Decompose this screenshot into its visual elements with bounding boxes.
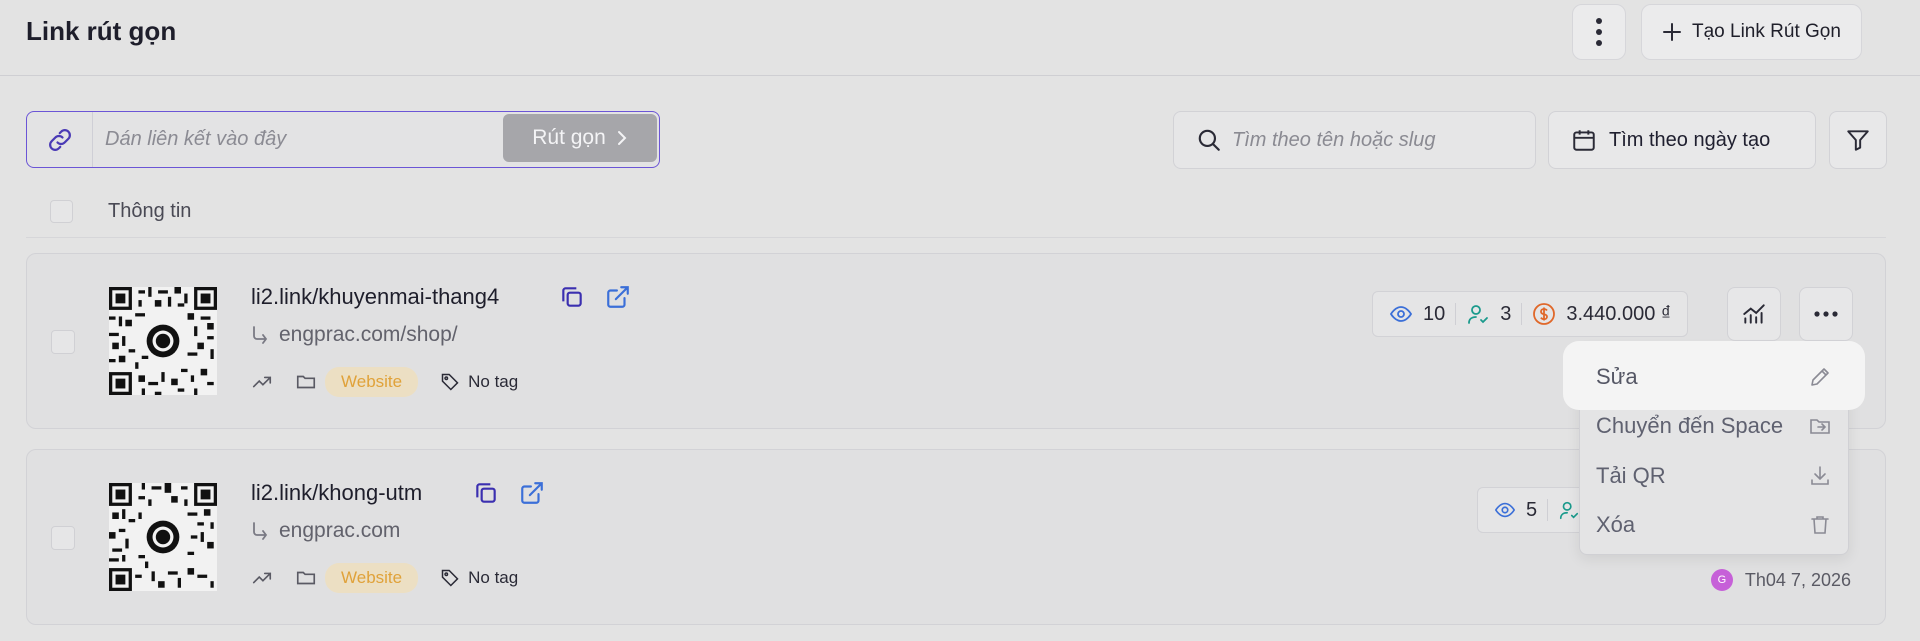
- menu-item-label: Tải QR: [1596, 463, 1666, 488]
- tag-icon: [441, 569, 459, 587]
- filter-icon: [1847, 130, 1869, 151]
- date-filter-button[interactable]: Tìm theo ngày tạo: [1548, 111, 1816, 169]
- row-checkbox[interactable]: [51, 526, 75, 550]
- menu-item-delete[interactable]: Xóa: [1596, 505, 1832, 545]
- menu-item-label: Sửa: [1596, 364, 1638, 389]
- select-all-checkbox[interactable]: [50, 200, 73, 223]
- download-icon: [1811, 466, 1829, 485]
- date-filter-label: Tìm theo ngày tạo: [1609, 128, 1771, 151]
- meta-row: Website No tag: [251, 562, 518, 594]
- avatar: G: [1710, 569, 1733, 591]
- analytics-icon: [1743, 304, 1765, 324]
- revenue-amount: 3.440.000 ₫: [1566, 302, 1672, 325]
- users-count: 3: [1500, 302, 1512, 325]
- search-placeholder: Tìm theo tên hoặc slug: [1232, 128, 1436, 151]
- link-icon: [27, 112, 93, 167]
- row-checkbox[interactable]: [51, 330, 75, 354]
- eye-icon: [1494, 502, 1516, 518]
- pencil-icon: [1811, 368, 1829, 386]
- row-more-button[interactable]: [1799, 287, 1853, 341]
- divider: [1547, 499, 1549, 521]
- trending-icon: [252, 376, 272, 388]
- views-count: 10: [1423, 302, 1446, 325]
- created-date: Th04 7, 2026: [1744, 569, 1851, 590]
- page-title: Link rút gọn: [26, 16, 177, 46]
- user-check-icon: [1468, 305, 1489, 324]
- kebab-vertical-icon: [1596, 18, 1602, 46]
- kebab-horizontal-icon: [1814, 311, 1838, 317]
- divider: [1521, 303, 1523, 325]
- folder-move-icon: [1810, 419, 1830, 434]
- create-link-button[interactable]: Tạo Link Rút Gọn: [1641, 4, 1862, 60]
- views-count: 5: [1525, 498, 1538, 521]
- create-link-label: Tạo Link Rút Gọn: [1692, 21, 1841, 42]
- tag-label[interactable]: No tag: [468, 372, 518, 392]
- trending-icon: [252, 572, 272, 584]
- column-info-label: Thông tin: [108, 200, 192, 222]
- short-link[interactable]: li2.link/khuyenmai-thang4: [251, 284, 499, 310]
- redirect-arrow-icon: [253, 522, 268, 540]
- stats-box[interactable]: 10 3 3.440.000 ₫: [1372, 291, 1689, 337]
- dollar-coin-icon: [1533, 303, 1556, 325]
- folder-badge[interactable]: Website: [325, 563, 419, 593]
- search-input[interactable]: Tìm theo tên hoặc slug: [1173, 111, 1536, 169]
- calendar-icon: [1573, 130, 1595, 151]
- folder-icon: [296, 375, 316, 389]
- menu-item-move-space[interactable]: Chuyển đến Space: [1596, 406, 1832, 446]
- plus-icon: [1663, 23, 1681, 41]
- user-check-icon: [1559, 501, 1579, 520]
- table-header: Thông tin: [26, 187, 1886, 238]
- divider: [1455, 303, 1457, 325]
- copy-icon[interactable]: [559, 284, 585, 310]
- folder-badge[interactable]: Website: [325, 367, 419, 397]
- menu-item-download-qr[interactable]: Tải QR: [1596, 456, 1832, 496]
- destination-row: engprac.com/shop/: [251, 323, 458, 347]
- external-link-icon[interactable]: [605, 284, 631, 310]
- top-bar: Link rút gọn Tạo Link Rút Gọn: [0, 0, 1920, 76]
- filter-button[interactable]: [1829, 111, 1887, 169]
- copy-icon[interactable]: [473, 480, 499, 506]
- menu-item-label: Chuyển đến Space: [1596, 413, 1784, 438]
- tag-icon: [441, 373, 459, 391]
- destination-row: engprac.com: [251, 519, 400, 543]
- tag-label[interactable]: No tag: [468, 568, 518, 588]
- destination-url[interactable]: engprac.com/shop/: [279, 323, 458, 347]
- qr-code[interactable]: [109, 483, 217, 591]
- folder-icon: [296, 571, 316, 585]
- chevron-right-icon: [617, 131, 627, 145]
- more-options-button[interactable]: [1572, 4, 1626, 60]
- menu-item-edit[interactable]: Sửa: [1596, 357, 1832, 397]
- short-link[interactable]: li2.link/khong-utm: [251, 480, 422, 506]
- analytics-button[interactable]: [1727, 287, 1781, 341]
- shorten-button[interactable]: Rút gọn: [503, 114, 657, 162]
- trash-icon: [1811, 516, 1829, 534]
- search-icon: [1198, 129, 1220, 151]
- created-date-row: G Th04 7, 2026: [1710, 569, 1851, 591]
- shorten-button-label: Rút gọn: [532, 126, 606, 149]
- redirect-arrow-icon: [253, 326, 268, 344]
- destination-url[interactable]: engprac.com: [279, 519, 400, 543]
- qr-code[interactable]: [109, 287, 217, 395]
- eye-icon: [1389, 306, 1413, 322]
- meta-row: Website No tag: [251, 366, 518, 398]
- menu-item-label: Xóa: [1596, 512, 1636, 537]
- external-link-icon[interactable]: [519, 480, 545, 506]
